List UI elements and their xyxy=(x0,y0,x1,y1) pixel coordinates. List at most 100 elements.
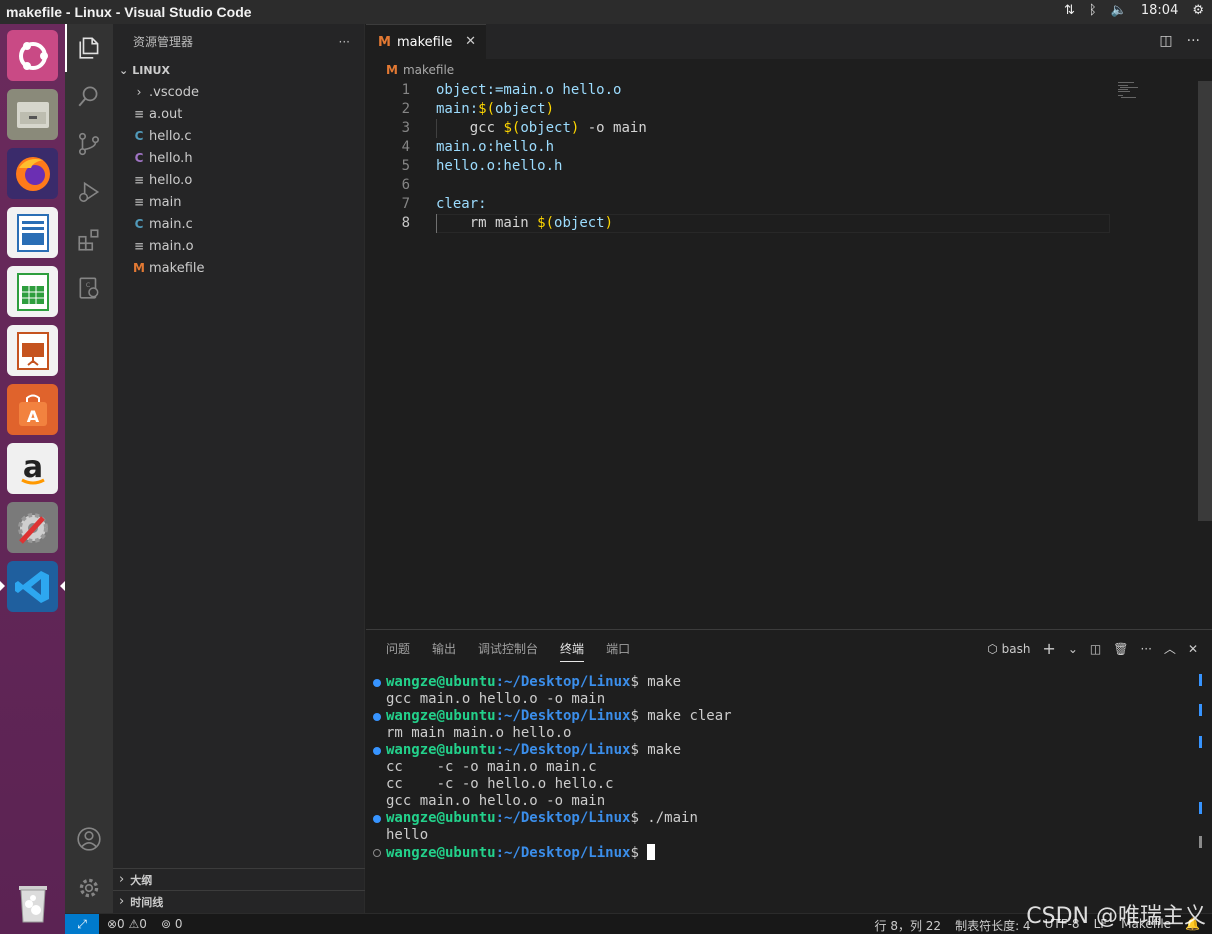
tree-item-a-out[interactable]: ≡ a.out xyxy=(113,103,364,125)
folder-linux[interactable]: ⌄ LINUX xyxy=(113,59,364,81)
terminal-line: gcc main.o hello.o -o main xyxy=(386,793,606,809)
trash-terminal-icon[interactable]: 🗑 xyxy=(1113,642,1128,656)
remote-indicator-icon[interactable]: ⤢ xyxy=(65,914,99,934)
account-icon[interactable] xyxy=(65,815,113,863)
terminal-cursor xyxy=(647,844,656,860)
terminal-output[interactable]: wangze@ubuntu:~/Desktop/Linux$ make gcc … xyxy=(372,674,732,861)
tab-makefile[interactable]: M makefile ✕ xyxy=(366,24,486,59)
close-panel-icon[interactable]: ✕ xyxy=(1188,642,1198,656)
manage-gear-icon[interactable] xyxy=(65,864,113,912)
bluetooth-icon[interactable]: ᛒ xyxy=(1089,3,1097,18)
split-editor-icon[interactable]: ◫ xyxy=(1159,33,1172,49)
timeline-section[interactable]: › 时间线 xyxy=(113,890,365,912)
amazon-icon[interactable]: a xyxy=(7,443,58,494)
extensions-icon[interactable] xyxy=(65,216,113,264)
command-status-dot[interactable] xyxy=(373,747,381,755)
panel-tabs: 问题 输出 调试控制台 终端 端口 xyxy=(386,640,630,662)
split-terminal-icon[interactable]: ◫ xyxy=(1090,642,1101,656)
chevron-down-icon: ⌄ xyxy=(119,63,129,77)
software-center-icon[interactable]: A xyxy=(7,384,58,435)
panel-actions: ⬡ bash + ⌄ ◫ 🗑 ··· ︿ ✕ xyxy=(987,639,1198,658)
minimap[interactable] xyxy=(1118,81,1142,101)
line-text: rm main $(object) xyxy=(436,215,614,231)
tree-item-main-c[interactable]: C main.c xyxy=(113,213,364,235)
command-status-dot[interactable] xyxy=(373,679,381,687)
line-text: main:$(object) xyxy=(436,101,555,117)
files-icon[interactable] xyxy=(7,89,58,140)
tree-item-hello-c[interactable]: C hello.c xyxy=(113,125,364,147)
code-line: 6 xyxy=(366,176,1198,195)
code-editor[interactable]: 1 object:=main.o hello.o 2 main:$(object… xyxy=(366,81,1198,233)
tree-item-main[interactable]: ≡ main xyxy=(113,191,364,213)
maximize-panel-icon[interactable]: ︿ xyxy=(1164,640,1176,657)
explorer-icon[interactable] xyxy=(65,24,113,72)
firefox-icon[interactable] xyxy=(7,148,58,199)
run-debug-icon[interactable] xyxy=(65,168,113,216)
terminal-instance[interactable]: ⬡ bash xyxy=(987,642,1030,656)
terminal-scrollbar-markers xyxy=(1199,674,1202,864)
tree-item-hello-o[interactable]: ≡ hello.o xyxy=(113,169,364,191)
power-gear-icon[interactable]: ⚙ xyxy=(1192,3,1204,18)
writer-icon[interactable] xyxy=(7,207,58,258)
tab-debug-console[interactable]: 调试控制台 xyxy=(478,640,538,662)
tree-item-main-o[interactable]: ≡ main.o xyxy=(113,235,364,257)
terminal-icon: ⬡ xyxy=(987,641,998,656)
file-lines-icon: ≡ xyxy=(133,195,145,209)
clock[interactable]: 18:04 xyxy=(1141,3,1178,18)
tree-item-vscode[interactable]: › .vscode xyxy=(113,81,364,103)
tab-output[interactable]: 输出 xyxy=(432,640,456,662)
trash-icon[interactable] xyxy=(7,876,58,927)
tab-ports[interactable]: 端口 xyxy=(606,640,630,662)
system-settings-icon[interactable] xyxy=(7,502,58,553)
command-status-dot[interactable] xyxy=(373,713,381,721)
ubuntu-logo-icon[interactable] xyxy=(7,30,58,81)
watermark: CSDN @唯瑞主义 xyxy=(1026,904,1206,929)
source-control-icon[interactable] xyxy=(65,120,113,168)
tab-terminal[interactable]: 终端 xyxy=(560,640,585,662)
code-line: 3 gcc $(object) -o main xyxy=(366,119,1198,138)
terminal-line: wangze@ubuntu:~/Desktop/Linux$ make xyxy=(372,742,732,759)
cursor-position[interactable]: 行 8，列 22 xyxy=(875,917,942,934)
vscode-icon[interactable] xyxy=(0,561,65,612)
search-icon[interactable] xyxy=(65,72,113,120)
file-lines-icon: ≡ xyxy=(133,173,145,187)
editor-scrollbar[interactable] xyxy=(1198,81,1212,521)
remote-explorer-icon[interactable]: C xyxy=(65,264,113,312)
tree-item-label: main.o xyxy=(149,238,194,254)
code-line-current: 8 rm main $(object) xyxy=(366,214,1198,233)
chevron-right-icon: › xyxy=(119,872,125,887)
ports-status[interactable]: ⊚ 0 xyxy=(161,917,183,931)
new-terminal-icon[interactable]: + xyxy=(1042,639,1055,658)
line-text: main.o:hello.h xyxy=(436,139,555,155)
ubuntu-launcher: A a xyxy=(0,24,65,934)
timeline-label: 时间线 xyxy=(130,895,164,909)
file-lines-icon: ≡ xyxy=(133,107,145,121)
chevron-right-icon: › xyxy=(136,85,142,99)
volume-icon[interactable]: 🔈 xyxy=(1111,3,1127,18)
calc-icon[interactable] xyxy=(7,266,58,317)
more-actions-icon[interactable]: ··· xyxy=(1187,33,1200,49)
system-top-bar: makefile - Linux - Visual Studio Code ⇅ … xyxy=(0,0,1212,24)
line-number: 8 xyxy=(401,215,410,231)
chevron-down-icon[interactable]: ⌄ xyxy=(1068,642,1078,656)
tree-item-hello-h[interactable]: C hello.h xyxy=(113,147,364,169)
terminal-line: rm main main.o hello.o xyxy=(386,725,572,741)
terminal-line: cc -c -o hello.o hello.c xyxy=(386,776,614,792)
tab-problems[interactable]: 问题 xyxy=(386,640,410,662)
terminal-line: hello xyxy=(386,827,429,843)
outline-section[interactable]: › 大纲 xyxy=(113,868,365,890)
system-tray: ⇅ ᛒ 🔈 18:04 ⚙ xyxy=(1064,3,1204,18)
svg-text:A: A xyxy=(26,407,39,426)
more-actions-icon[interactable]: ··· xyxy=(1140,642,1151,656)
close-icon[interactable]: ✕ xyxy=(465,34,476,49)
impress-icon[interactable] xyxy=(7,325,58,376)
tree-item-makefile[interactable]: M makefile xyxy=(113,257,364,279)
network-icon[interactable]: ⇅ xyxy=(1064,3,1075,18)
explorer-more-button[interactable]: ··· xyxy=(339,35,350,49)
command-status-dot[interactable] xyxy=(373,815,381,823)
problems-status[interactable]: ⊗0 ⚠0 xyxy=(107,917,147,931)
breadcrumb-file[interactable]: makefile xyxy=(403,63,454,77)
indentation[interactable]: 制表符长度: 4 xyxy=(955,917,1031,934)
command-status-dot[interactable] xyxy=(373,849,381,857)
terminal-line: cc -c -o main.o main.c xyxy=(386,759,597,775)
